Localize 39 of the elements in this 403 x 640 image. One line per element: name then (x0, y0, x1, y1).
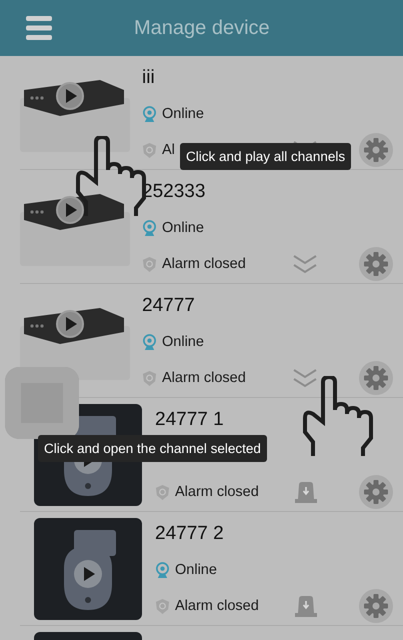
webcam-icon (142, 334, 157, 350)
floating-button[interactable] (5, 367, 79, 439)
tooltip: Click and open the channel selected (38, 435, 267, 462)
alarm-status: Alarm closed (175, 484, 259, 500)
hand-icon (76, 136, 146, 218)
hand-icon (303, 376, 373, 458)
shield-icon (155, 484, 170, 500)
alarm-status: Alarm closed (175, 598, 259, 614)
settings-icon[interactable] (359, 589, 393, 623)
camera-thumbnail[interactable] (34, 518, 142, 620)
alarm-status: Alarm closed (162, 370, 246, 386)
webcam-icon (142, 220, 157, 236)
settings-icon[interactable] (359, 361, 393, 395)
online-status: Online (162, 334, 204, 350)
alarm-light-icon[interactable] (294, 481, 318, 503)
alarm-status: Al (162, 142, 175, 158)
shield-icon (142, 142, 157, 158)
double-chevron-icon[interactable] (292, 367, 318, 389)
online-status: Online (162, 220, 204, 236)
online-status: Online (162, 106, 204, 122)
webcam-icon (142, 106, 157, 122)
alarm-light-icon[interactable] (294, 595, 318, 617)
alarm-status: Alarm closed (162, 256, 246, 272)
tooltip: Click and play all channels (180, 143, 352, 170)
shield-icon (142, 256, 157, 272)
double-chevron-icon[interactable] (292, 253, 318, 275)
shield-icon (155, 598, 170, 614)
device-name: 24777 (142, 295, 195, 317)
shield-icon (142, 370, 157, 386)
screen-title: Manage device (134, 16, 270, 40)
device-name: iii (142, 67, 155, 89)
menu-icon[interactable] (26, 16, 52, 40)
online-status: Online (175, 562, 217, 578)
device-name: 24777 2 (155, 523, 224, 545)
settings-icon[interactable] (359, 247, 393, 281)
settings-icon[interactable] (359, 133, 393, 167)
webcam-icon (155, 562, 170, 578)
device-name: 24777 1 (155, 409, 224, 431)
settings-icon[interactable] (359, 475, 393, 509)
